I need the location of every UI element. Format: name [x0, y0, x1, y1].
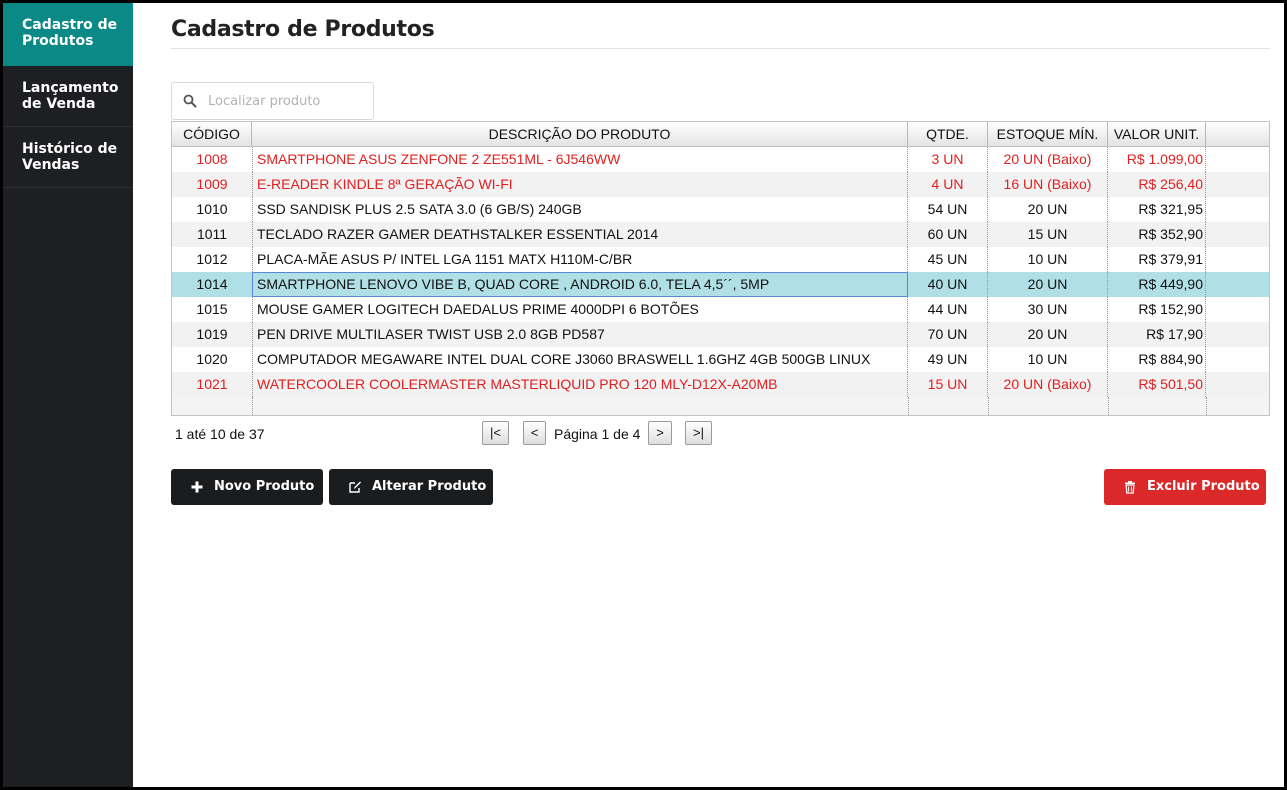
sidebar-item-lancamento-venda[interactable]: Lançamento de Venda	[3, 66, 133, 127]
table-row[interactable]: 1014 SMARTPHONE LENOVO VIBE B, QUAD CORE …	[172, 272, 1269, 297]
cell-min: 10 UN	[988, 347, 1108, 372]
cell-code: 1014	[196, 276, 228, 292]
cell-desc: SMARTPHONE LENOVO VIBE B, QUAD CORE , AN…	[252, 272, 908, 297]
sidebar-item-label: Lançamento	[22, 80, 119, 96]
search-input[interactable]	[208, 91, 368, 111]
table-row[interactable]: 1021 WATERCOOLER COOLERMASTER MASTERLIQUI…	[172, 372, 1269, 397]
column-header-codigo[interactable]: CÓDIGO	[172, 122, 252, 146]
cell-qty: 4 UN	[908, 172, 988, 197]
table-row[interactable]: 1009 E-READER KINDLE 8ª GERAÇÃO WI-FI 4 UN…	[172, 172, 1269, 197]
cell-desc: SMARTPHONE ASUS ZENFONE 2 ZE551ML - 6J54…	[252, 147, 908, 172]
cell-code: 1010	[196, 201, 228, 217]
column-header-descricao[interactable]: DESCRIÇÃO DO PRODUTO	[252, 122, 908, 146]
products-table: CÓDIGO DESCRIÇÃO DO PRODUTO QTDE. ESTOQU…	[171, 121, 1270, 416]
sidebar-item-label: Histórico de	[22, 141, 118, 157]
cell-desc: COMPUTADOR MEGAWARE INTEL DUAL CORE J306…	[252, 347, 908, 372]
prev-page-button[interactable]: <	[523, 421, 546, 445]
cell-code: 1020	[196, 351, 228, 367]
edit-product-label: Alterar Produto	[372, 479, 487, 494]
cell-desc: MOUSE GAMER LOGITECH DAEDALUS PRIME 4000…	[252, 297, 908, 322]
delete-product-button[interactable]: Excluir Produto	[1104, 469, 1266, 505]
cell-value: R$ 256,40	[1108, 172, 1206, 197]
sidebar-item-historico-vendas[interactable]: Histórico de Vendas	[3, 127, 133, 188]
cell-qty: 3 UN	[908, 147, 988, 172]
search-icon	[183, 94, 197, 108]
edit-product-button[interactable]: Alterar Produto	[329, 469, 493, 505]
sidebar-item-label: de Venda	[22, 96, 96, 112]
cell-qty: 44 UN	[908, 297, 988, 322]
cell-min: 30 UN	[988, 297, 1108, 322]
table-row[interactable]: 1019 PEN DRIVE MULTILASER TWIST USB 2.0 8…	[172, 322, 1269, 347]
table-empty-area	[172, 397, 1269, 415]
table-row[interactable]: 1015 MOUSE GAMER LOGITECH DAEDALUS PRIME …	[172, 297, 1269, 322]
edit-icon	[349, 481, 361, 493]
sidebar-item-label: Produtos	[22, 33, 94, 49]
cell-qty: 15 UN	[908, 372, 988, 397]
cell-qty: 54 UN	[908, 197, 988, 222]
cell-value: R$ 352,90	[1108, 222, 1206, 247]
cell-desc: PEN DRIVE MULTILASER TWIST USB 2.0 8GB P…	[252, 322, 908, 347]
cell-value: R$ 379,91	[1108, 247, 1206, 272]
table-header: CÓDIGO DESCRIÇÃO DO PRODUTO QTDE. ESTOQU…	[172, 122, 1269, 147]
title-divider	[171, 48, 1270, 49]
cell-desc: E-READER KINDLE 8ª GERAÇÃO WI-FI	[252, 172, 908, 197]
cell-value: R$ 501,50	[1108, 372, 1206, 397]
cell-qty: 49 UN	[908, 347, 988, 372]
plus-icon	[191, 481, 203, 493]
next-page-button[interactable]: >	[648, 421, 672, 445]
last-page-button[interactable]: >|	[685, 421, 712, 445]
cell-min: 15 UN	[988, 222, 1108, 247]
cell-desc: PLACA-MÃE ASUS P/ INTEL LGA 1151 MATX H1…	[252, 247, 908, 272]
new-product-label: Novo Produto	[214, 479, 315, 494]
cell-value: R$ 449,90	[1108, 272, 1206, 297]
page-indicator: Página 1 de 4	[554, 426, 641, 442]
sidebar: Cadastro de Produtos Lançamento de Venda…	[3, 3, 133, 787]
table-row[interactable]: 1011 TECLADO RAZER GAMER DEATHSTALKER ESS…	[172, 222, 1269, 247]
cell-min: 20 UN	[988, 322, 1108, 347]
table-row[interactable]: 1008 SMARTPHONE ASUS ZENFONE 2 ZE551ML - …	[172, 147, 1269, 172]
cell-code: 1021	[196, 376, 228, 392]
cell-desc: WATERCOOLER COOLERMASTER MASTERLIQUID PR…	[252, 372, 908, 397]
column-header-qtde[interactable]: QTDE.	[908, 122, 988, 146]
app-window: Cadastro de Produtos Lançamento de Venda…	[3, 3, 1284, 787]
sidebar-item-label: Vendas	[22, 157, 80, 173]
cell-value: R$ 17,90	[1108, 322, 1206, 347]
cell-code: 1009	[196, 176, 228, 192]
cell-qty: 45 UN	[908, 247, 988, 272]
cell-value: R$ 321,95	[1108, 197, 1206, 222]
table-row[interactable]: 1012 PLACA-MÃE ASUS P/ INTEL LGA 1151 MAT…	[172, 247, 1269, 272]
cell-code: 1015	[196, 301, 228, 317]
cell-min: 16 UN (Baixo)	[988, 172, 1108, 197]
page-title: Cadastro de Produtos	[171, 17, 435, 42]
cell-min: 20 UN	[988, 272, 1108, 297]
column-header-estoque-min[interactable]: ESTOQUE MÍN.	[988, 122, 1108, 146]
sidebar-item-cadastro-produtos[interactable]: Cadastro de Produtos	[3, 3, 133, 66]
cell-min: 20 UN (Baixo)	[988, 147, 1108, 172]
sidebar-item-label: Cadastro de	[22, 17, 118, 33]
search-box[interactable]	[171, 82, 374, 120]
cell-qty: 60 UN	[908, 222, 988, 247]
column-header-valor-unit[interactable]: VALOR UNIT.	[1108, 122, 1206, 146]
cell-code: 1019	[196, 326, 228, 342]
cell-min: 20 UN (Baixo)	[988, 372, 1108, 397]
cell-code: 1008	[196, 151, 228, 167]
cell-code: 1012	[196, 251, 228, 267]
cell-min: 10 UN	[988, 247, 1108, 272]
cell-qty: 40 UN	[908, 272, 988, 297]
cell-value: R$ 884,90	[1108, 347, 1206, 372]
pager-info: 1 até 10 de 37	[175, 426, 265, 442]
cell-value: R$ 152,90	[1108, 297, 1206, 322]
table-row[interactable]: 1020 COMPUTADOR MEGAWARE INTEL DUAL CORE …	[172, 347, 1269, 372]
first-page-button[interactable]: |<	[482, 421, 509, 445]
cell-code: 1011	[196, 226, 228, 242]
table-row[interactable]: 1010 SSD SANDISK PLUS 2.5 SATA 3.0 (6 GB/…	[172, 197, 1269, 222]
trash-icon	[1125, 481, 1135, 494]
cell-qty: 70 UN	[908, 322, 988, 347]
cell-desc: SSD SANDISK PLUS 2.5 SATA 3.0 (6 GB/S) 2…	[252, 197, 908, 222]
cell-value: R$ 1.099,00	[1108, 147, 1206, 172]
delete-product-label: Excluir Produto	[1147, 479, 1260, 494]
cell-desc: TECLADO RAZER GAMER DEATHSTALKER ESSENTI…	[252, 222, 908, 247]
new-product-button[interactable]: Novo Produto	[171, 469, 323, 505]
cell-min: 20 UN	[988, 197, 1108, 222]
